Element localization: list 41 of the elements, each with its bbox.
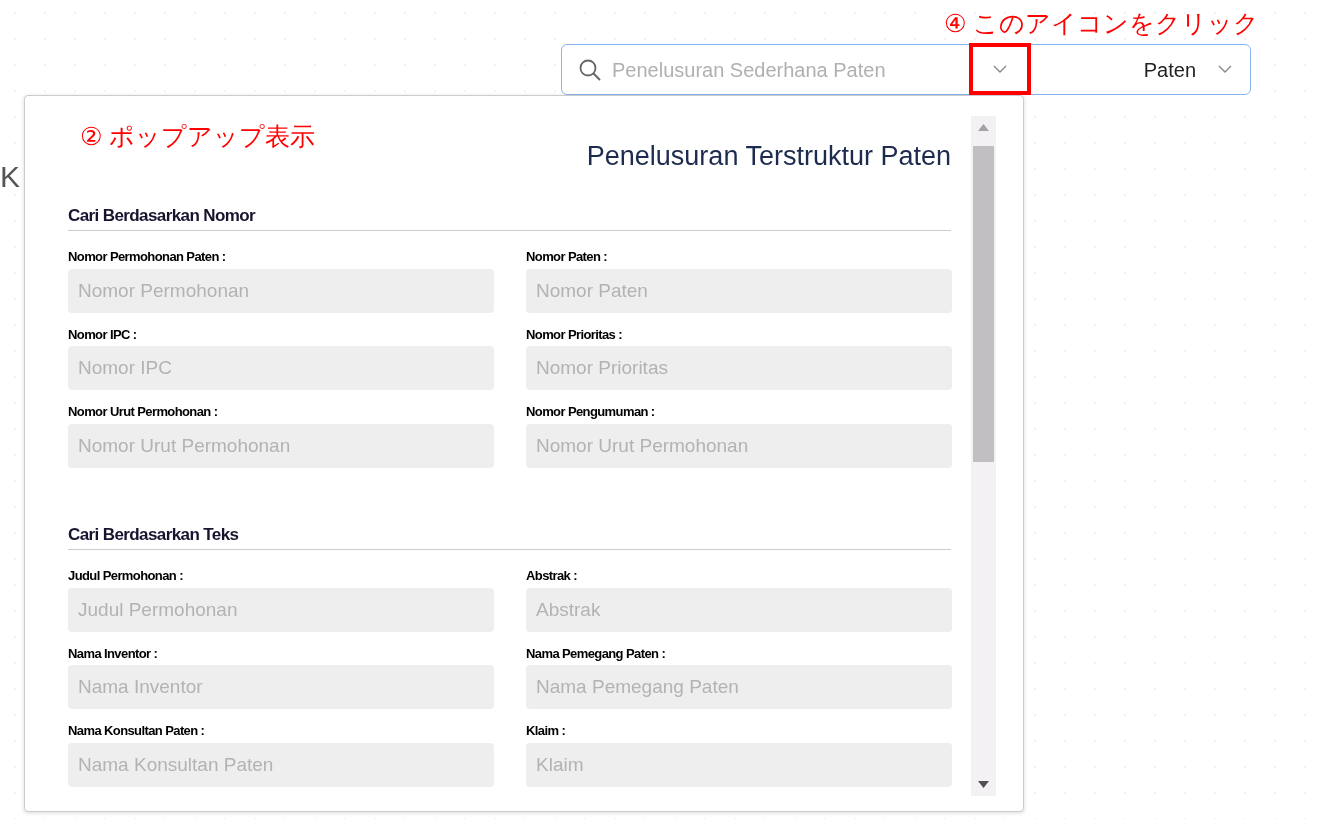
input-field[interactable]: Nama Konsultan Paten <box>68 742 494 787</box>
search-bar[interactable]: Penelusuran Sederhana Paten Paten <box>561 44 1251 95</box>
scrollbar[interactable] <box>971 116 996 796</box>
input-field[interactable]: Nomor Prioritas <box>526 346 952 390</box>
field-label: Nama Konsultan Paten : <box>68 722 206 740</box>
chevron-down-icon <box>1218 65 1232 74</box>
field-label: Nomor Prioritas : <box>526 325 623 344</box>
input-field[interactable]: Nomor Urut Permohonan <box>526 423 952 468</box>
field-label: Nomor Permohonan Paten : <box>68 248 227 266</box>
field-label: Nomor Pengumuman : <box>526 403 656 421</box>
field-label: Klaim : <box>526 722 567 740</box>
search-field[interactable]: Penelusuran Sederhana Paten <box>610 53 960 86</box>
input-field[interactable]: Nama Pemegang Paten <box>526 665 952 709</box>
category-dropdown[interactable]: Paten <box>1030 53 1250 86</box>
highlight-box <box>969 43 1031 95</box>
field-label: Nama Inventor : <box>68 644 159 663</box>
search-icon <box>578 57 602 82</box>
field-label: Abstrak : <box>526 567 578 585</box>
input-field[interactable]: Abstrak <box>526 587 952 632</box>
annotation-text: ② ポップアップ表示 <box>80 121 316 152</box>
chevron-down-icon <box>992 65 1007 74</box>
page-subtitle: K <box>0 160 20 193</box>
input-field[interactable]: Klaim <box>526 742 952 787</box>
input-field[interactable]: Nama Inventor <box>68 665 494 709</box>
input-field[interactable]: Nomor IPC <box>68 346 494 390</box>
scroll-down-icon[interactable] <box>978 781 989 788</box>
input-field[interactable]: Nomor Permohonan <box>68 268 494 313</box>
input-field[interactable]: Nomor Urut Permohonan <box>68 423 494 468</box>
field-label: Nomor IPC : <box>68 325 138 344</box>
section-heading: Cari Berdasarkan Nomor <box>68 202 951 231</box>
field-label: Nomor Paten : <box>526 248 609 266</box>
input-field[interactable]: Judul Permohonan <box>68 587 494 632</box>
annotation-text: ④ このアイコンをクリック <box>944 8 1260 39</box>
section-heading: Cari Berdasarkan Teks <box>68 521 951 550</box>
field-label: Judul Permohonan : <box>68 567 184 585</box>
field-label: Nomor Urut Permohonan : <box>68 403 219 421</box>
input-field[interactable]: Nomor Paten <box>526 268 952 313</box>
scroll-up-icon[interactable] <box>978 124 989 131</box>
field-label: Nama Pemegang Paten : <box>526 644 667 663</box>
scrollbar-thumb[interactable] <box>973 146 994 462</box>
popup-title: Penelusuran Terstruktur Paten <box>586 140 951 173</box>
